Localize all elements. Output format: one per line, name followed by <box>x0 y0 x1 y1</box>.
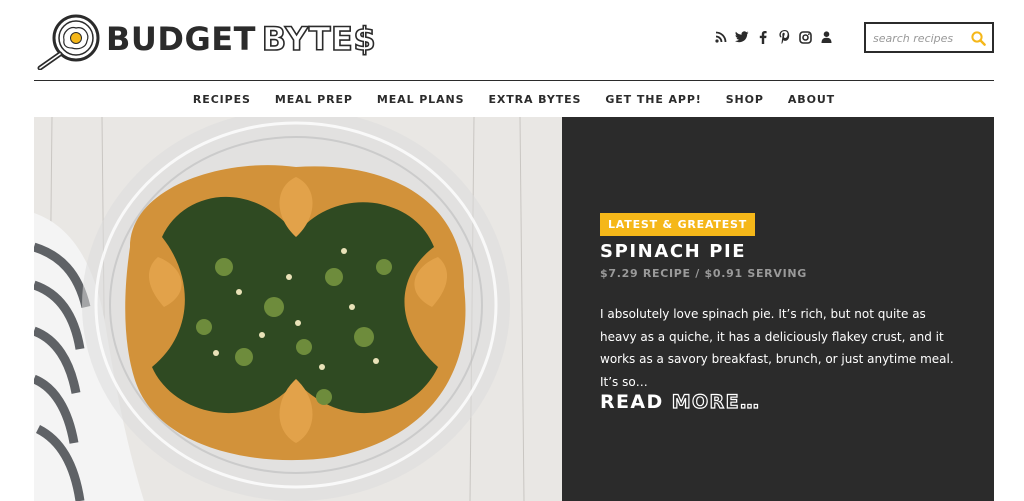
nav-item-meal-plans[interactable]: MEAL PLANS <box>377 93 465 106</box>
featured-recipe-image[interactable] <box>34 117 562 501</box>
social-links <box>714 29 833 45</box>
post-excerpt: I absolutely love spinach pie. It’s rich… <box>600 307 954 389</box>
site-logo[interactable]: BUDGET BYTE$ <box>34 10 376 70</box>
nav-item-recipes[interactable]: RECIPES <box>193 93 251 106</box>
pinterest-icon[interactable] <box>777 29 791 45</box>
search-icon[interactable] <box>971 31 986 46</box>
post-title[interactable]: SPINACH PIE <box>600 241 746 262</box>
nav-item-get-the-app[interactable]: GET THE APP! <box>605 93 701 106</box>
frying-pan-egg-icon <box>37 14 100 70</box>
read-more-word-1: READ <box>600 391 664 413</box>
site-logo-text: BUDGET BYTE$ <box>106 19 377 59</box>
read-more-word-2: MORE… <box>671 390 761 413</box>
logo-word-budget: BUDGET <box>106 20 256 58</box>
nav-item-meal-prep[interactable]: MEAL PREP <box>275 93 353 106</box>
post-cost: $7.29 RECIPE / $0.91 SERVING <box>600 267 807 280</box>
read-more-link[interactable]: READ MORE… <box>600 390 761 413</box>
site-header: BUDGET BYTE$ <box>34 0 994 80</box>
featured-post-panel: LATEST & GREATEST SPINACH PIE $7.29 RECI… <box>562 117 994 501</box>
user-icon[interactable] <box>819 29 833 45</box>
main-nav: RECIPES MEAL PREP MEAL PLANS EXTRA BYTES… <box>34 80 994 117</box>
twitter-icon[interactable] <box>735 29 749 45</box>
spinach-pie-illustration <box>34 117 562 501</box>
nav-item-extra-bytes[interactable]: EXTRA BYTES <box>488 93 581 106</box>
rss-icon[interactable] <box>714 29 728 45</box>
nav-item-shop[interactable]: SHOP <box>726 93 764 106</box>
nav-item-about[interactable]: ABOUT <box>788 93 835 106</box>
instagram-icon[interactable] <box>798 29 812 45</box>
latest-badge: LATEST & GREATEST <box>600 213 756 236</box>
facebook-icon[interactable] <box>756 29 770 45</box>
search-input[interactable] <box>873 29 971 47</box>
search-box <box>864 22 994 53</box>
logo-word-bytes: BYTE$ <box>261 19 377 59</box>
